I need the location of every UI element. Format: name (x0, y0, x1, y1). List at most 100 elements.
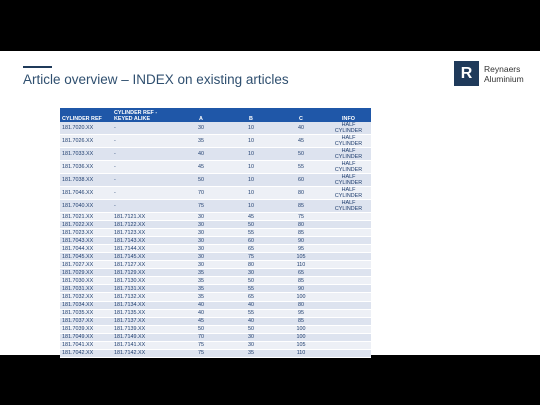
header-info: INFO (326, 108, 371, 122)
keyed-alike-ref-cell: 181.7143.XX (112, 236, 176, 246)
c-value-cell: 45 (276, 134, 326, 148)
table-row: 181.7030.XX 181.7130.XX 35 50 85 (60, 276, 371, 286)
keyed-alike-ref-cell: - (112, 147, 176, 161)
c-value-cell: 100 (276, 325, 326, 334)
info-cell (326, 252, 371, 262)
b-value-cell: 80 (226, 260, 276, 270)
table-row: 181.7035.XX 181.7135.XX 40 55 95 (60, 309, 371, 318)
cylinder-ref-cell: 181.7041.XX (60, 341, 112, 350)
c-value-cell: 110 (276, 260, 326, 270)
b-value-cell: 55 (226, 284, 276, 294)
a-value-cell: 30 (176, 260, 226, 270)
c-value-cell: 90 (276, 236, 326, 246)
info-cell (326, 260, 371, 270)
table-row: 181.7032.XX 181.7132.XX 35 65 100 (60, 292, 371, 302)
a-value-cell: 75 (176, 341, 226, 350)
a-value-cell: 30 (176, 236, 226, 246)
keyed-alike-ref-cell: 181.7127.XX (112, 260, 176, 270)
c-value-cell: 90 (276, 284, 326, 294)
a-value-cell: 50 (176, 173, 226, 187)
info-cell: HALF CYLINDER (326, 186, 371, 200)
logo-wordmark: Reynaers Aluminium (484, 64, 524, 84)
table-body: 181.7020.XX -30 10 40 HALF CYLINDER 181.7026.… (60, 122, 371, 358)
keyed-alike-ref-cell: - (112, 186, 176, 200)
keyed-alike-ref-cell: 181.7122.XX (112, 220, 176, 230)
c-value-cell: 105 (276, 252, 326, 262)
c-value-cell: 85 (276, 276, 326, 286)
table-row: 181.7044.XX 181.7144.XX 30 65 95 (60, 244, 371, 254)
cylinder-ref-cell: 181.7046.XX (60, 186, 112, 200)
info-cell (326, 349, 371, 358)
info-cell: HALF CYLINDER (326, 173, 371, 187)
cylinder-ref-cell: 181.7034.XX (60, 301, 112, 310)
cylinder-ref-cell: 181.7044.XX (60, 244, 112, 254)
keyed-alike-ref-cell: 181.7129.XX (112, 268, 176, 278)
b-value-cell: 30 (226, 268, 276, 278)
info-cell (326, 301, 371, 310)
a-value-cell: 30 (176, 122, 226, 135)
a-value-cell: 40 (176, 301, 226, 310)
info-cell (326, 325, 371, 334)
header-keyed-alike: CYLINDER REF - KEYED ALIKE (112, 108, 176, 122)
table-row: 181.7043.XX 181.7143.XX 30 60 90 (60, 236, 371, 246)
keyed-alike-ref-cell: 181.7135.XX (112, 309, 176, 318)
keyed-alike-ref-cell: 181.7145.XX (112, 252, 176, 262)
a-value-cell: 35 (176, 284, 226, 294)
b-value-cell: 65 (226, 244, 276, 254)
table-row: 181.7036.XX -45 10 55 HALF CYLINDER (60, 160, 371, 174)
header-c: C (276, 108, 326, 122)
a-value-cell: 50 (176, 325, 226, 334)
c-value-cell: 55 (276, 160, 326, 174)
slide-title: Article overview – INDEX on existing art… (23, 72, 289, 87)
table-row: 181.7023.XX 181.7123.XX 30 55 85 (60, 228, 371, 238)
c-value-cell: 85 (276, 317, 326, 326)
a-value-cell: 40 (176, 309, 226, 318)
keyed-alike-ref-cell: - (112, 160, 176, 174)
info-cell (326, 212, 371, 222)
cylinder-ref-cell: 181.7038.XX (60, 173, 112, 187)
info-cell (326, 333, 371, 342)
table-row: 181.7037.XX 181.7137.XX 45 40 85 (60, 317, 371, 326)
info-cell: HALF CYLINDER (326, 122, 371, 135)
logo-line-1: Reynaers (484, 63, 521, 74)
info-cell (326, 292, 371, 302)
a-value-cell: 30 (176, 228, 226, 238)
b-value-cell: 50 (226, 325, 276, 334)
info-cell (326, 244, 371, 254)
keyed-alike-ref-cell: - (112, 122, 176, 135)
cylinder-ref-cell: 181.7042.XX (60, 349, 112, 358)
cylinder-ref-cell: 181.7031.XX (60, 284, 112, 294)
b-value-cell: 10 (226, 186, 276, 200)
table-row: 181.7039.XX 181.7139.XX 50 50 100 (60, 325, 371, 334)
table-row: 181.7046.XX -70 10 80 HALF CYLINDER (60, 186, 371, 200)
header-b: B (226, 108, 276, 122)
c-value-cell: 100 (276, 333, 326, 342)
a-value-cell: 30 (176, 252, 226, 262)
b-value-cell: 10 (226, 160, 276, 174)
c-value-cell: 60 (276, 173, 326, 187)
c-value-cell: 50 (276, 147, 326, 161)
b-value-cell: 45 (226, 212, 276, 222)
b-value-cell: 75 (226, 252, 276, 262)
a-value-cell: 45 (176, 317, 226, 326)
a-value-cell: 70 (176, 333, 226, 342)
cylinder-ref-cell: 181.7045.XX (60, 252, 112, 262)
info-cell (326, 317, 371, 326)
info-cell: HALF CYLINDER (326, 147, 371, 161)
table-row: 181.7033.XX -40 10 50 HALF CYLINDER (60, 147, 371, 161)
keyed-alike-ref-cell: 181.7144.XX (112, 244, 176, 254)
b-value-cell: 50 (226, 276, 276, 286)
title-accent-line (23, 66, 52, 68)
a-value-cell: 30 (176, 244, 226, 254)
cylinder-ref-cell: 181.7022.XX (60, 220, 112, 230)
info-cell: HALF CYLINDER (326, 160, 371, 174)
b-value-cell: 10 (226, 147, 276, 161)
table-row: 181.7020.XX -30 10 40 HALF CYLINDER (60, 122, 371, 135)
article-index-table: CYLINDER REF CYLINDER REF - KEYED ALIKE … (60, 108, 371, 358)
table-row: 181.7022.XX 181.7122.XX 30 50 80 (60, 220, 371, 230)
table-row: 181.7042.XX 181.7142.XX 75 35 110 (60, 349, 371, 358)
cylinder-ref-cell: 181.7049.XX (60, 333, 112, 342)
b-value-cell: 40 (226, 317, 276, 326)
keyed-alike-ref-cell: 181.7132.XX (112, 292, 176, 302)
cylinder-ref-cell: 181.7043.XX (60, 236, 112, 246)
